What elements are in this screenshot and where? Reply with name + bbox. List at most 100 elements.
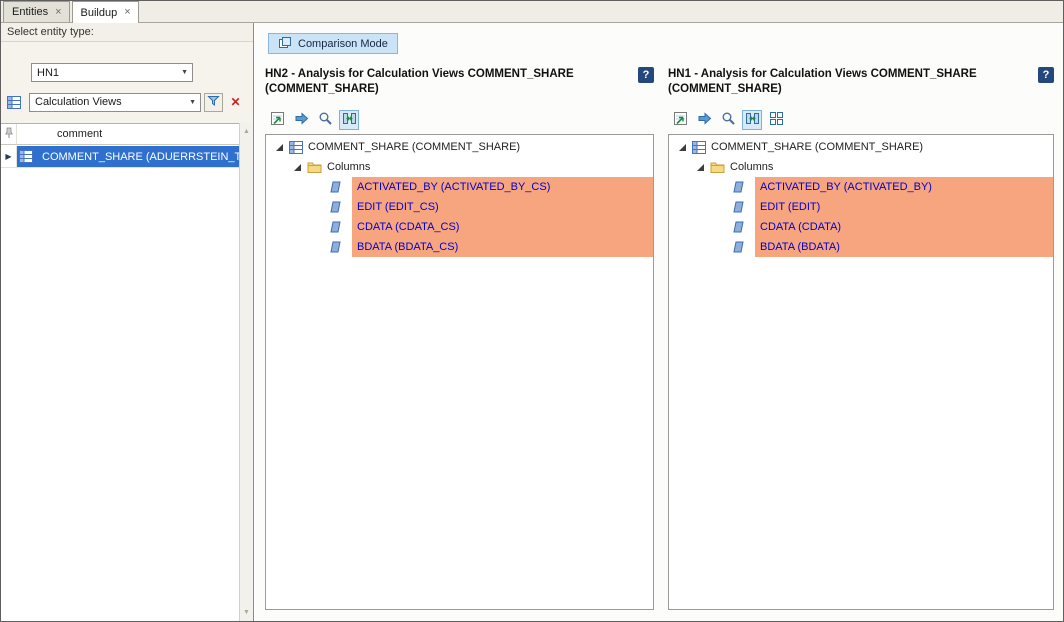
search-button[interactable] [718, 110, 738, 130]
column-icon [733, 241, 744, 253]
tree-node-column[interactable]: CDATA (CDATA_CS) [266, 217, 653, 237]
sync-selection-button[interactable] [742, 110, 762, 130]
diff-highlight: EDIT (EDIT) [755, 197, 1053, 217]
comparison-mode-label: Comparison Mode [298, 38, 388, 50]
sidebar: Select entity type: HN1 ▼ Calculation Vi… [1, 23, 254, 621]
scroll-up-icon[interactable]: ▲ [240, 124, 253, 139]
entity-grid: comment ▶ COMMENT_SHARE (ADUERRSTEIN_T [1, 123, 239, 621]
tree-node-column[interactable]: CDATA (CDATA) [669, 217, 1053, 237]
column-label: BDATA (BDATA_CS) [357, 241, 458, 253]
chevron-down-icon[interactable]: ▼ [189, 99, 196, 106]
grid-view-button[interactable] [766, 110, 786, 130]
entity-row-label: COMMENT_SHARE (ADUERRSTEIN_T [42, 151, 239, 163]
comparison-icon [278, 36, 292, 52]
comparison-mode-button[interactable]: Comparison Mode [268, 33, 398, 54]
tab-buildup-label: Buildup [81, 7, 118, 19]
export-button[interactable] [267, 110, 287, 130]
tree-node-label: Columns [327, 161, 370, 173]
column-label: ACTIVATED_BY (ACTIVATED_BY_CS) [357, 181, 550, 193]
entity-grid-header: comment [1, 124, 239, 145]
tab-bar: Entities × Buildup × [1, 1, 1063, 23]
search-icon [721, 111, 736, 129]
sync-selection-icon [745, 111, 760, 129]
expand-arrow-icon[interactable] [695, 162, 706, 173]
chevron-down-icon[interactable]: ▼ [181, 69, 188, 76]
calculation-view-icon [7, 96, 21, 109]
diff-highlight: BDATA (BDATA) [755, 237, 1053, 257]
tree-node-column[interactable]: BDATA (BDATA_CS) [266, 237, 653, 257]
search-icon [318, 111, 333, 129]
panel-title: HN1 - Analysis for Calculation Views COM… [668, 67, 1038, 97]
filter-funnel-icon [207, 94, 220, 110]
entity-type-row: Calculation Views ▼ ✕ [7, 92, 245, 112]
tree-node-column[interactable]: EDIT (EDIT) [669, 197, 1053, 217]
expand-arrow-icon[interactable] [677, 142, 688, 153]
sync-selection-button[interactable] [339, 110, 359, 130]
tree-node-label: COMMENT_SHARE (COMMENT_SHARE) [308, 141, 520, 153]
system-select[interactable]: HN1 ▼ [31, 63, 193, 82]
diff-tree: COMMENT_SHARE (COMMENT_SHARE) Columns AC… [668, 134, 1054, 610]
help-icon[interactable]: ? [1038, 67, 1054, 83]
close-icon[interactable]: × [124, 7, 130, 18]
entity-row-selected[interactable]: ▶ COMMENT_SHARE (ADUERRSTEIN_T [1, 146, 239, 168]
export-icon [673, 111, 688, 129]
sidebar-scrollbar[interactable]: ▲ ▼ [239, 123, 253, 621]
pin-icon[interactable] [4, 127, 14, 142]
expand-arrow-icon[interactable] [292, 162, 303, 173]
tab-entities-label: Entities [12, 6, 48, 18]
tab-entities[interactable]: Entities × [3, 1, 70, 22]
column-label: EDIT (EDIT_CS) [357, 201, 439, 213]
close-icon[interactable]: × [55, 7, 61, 18]
entity-row-body: COMMENT_SHARE (ADUERRSTEIN_T [17, 146, 239, 167]
search-button[interactable] [315, 110, 335, 130]
row-pointer-icon: ▶ [1, 146, 17, 167]
tree-node-columns-folder[interactable]: Columns [266, 157, 653, 177]
app-window: Entities × Buildup × Select entity type:… [0, 0, 1064, 622]
diff-tree: COMMENT_SHARE (COMMENT_SHARE) Columns AC… [265, 134, 654, 610]
filter-button[interactable] [204, 93, 223, 112]
diff-highlight: ACTIVATED_BY (ACTIVATED_BY_CS) [352, 177, 653, 197]
scroll-down-icon[interactable]: ▼ [240, 605, 253, 620]
export-button[interactable] [670, 110, 690, 130]
indicator-column-header[interactable] [1, 124, 17, 144]
comment-column-header[interactable]: comment [17, 124, 239, 144]
comparison-panel-hn1: HN1 - Analysis for Calculation Views COM… [668, 67, 1054, 610]
clear-filter-x-icon: ✕ [230, 96, 240, 108]
system-select-value: HN1 [37, 67, 59, 79]
main-area: Comparison Mode HN2 - Analysis for Calcu… [255, 23, 1063, 621]
clear-filter-button[interactable]: ✕ [226, 93, 245, 112]
tree-node-column[interactable]: ACTIVATED_BY (ACTIVATED_BY) [669, 177, 1053, 197]
column-label: EDIT (EDIT) [760, 201, 820, 213]
grid-view-icon [769, 111, 784, 129]
diff-highlight: EDIT (EDIT_CS) [352, 197, 653, 217]
panel-toolbar [670, 109, 786, 131]
tree-node-label: Columns [730, 161, 773, 173]
calculation-view-icon [692, 141, 706, 154]
transfer-button[interactable] [291, 110, 311, 130]
export-icon [270, 111, 285, 129]
sync-selection-icon [342, 111, 357, 129]
column-icon [733, 221, 744, 233]
panel-toolbar [267, 109, 359, 131]
diff-highlight: CDATA (CDATA) [755, 217, 1053, 237]
expand-arrow-icon[interactable] [274, 142, 285, 153]
column-icon [330, 181, 341, 193]
entity-type-select-value: Calculation Views [35, 96, 122, 108]
tree-node-root[interactable]: COMMENT_SHARE (COMMENT_SHARE) [266, 137, 653, 157]
tab-buildup[interactable]: Buildup × [72, 1, 139, 23]
diff-highlight: BDATA (BDATA_CS) [352, 237, 653, 257]
entity-type-select[interactable]: Calculation Views ▼ [29, 93, 201, 112]
tree-node-label: COMMENT_SHARE (COMMENT_SHARE) [711, 141, 923, 153]
tree-node-root[interactable]: COMMENT_SHARE (COMMENT_SHARE) [669, 137, 1053, 157]
column-label: BDATA (BDATA) [760, 241, 840, 253]
tree-node-column[interactable]: BDATA (BDATA) [669, 237, 1053, 257]
tree-node-columns-folder[interactable]: Columns [669, 157, 1053, 177]
column-icon [733, 201, 744, 213]
tree-node-column[interactable]: EDIT (EDIT_CS) [266, 197, 653, 217]
calculation-view-icon [289, 141, 303, 154]
transfer-button[interactable] [694, 110, 714, 130]
help-icon[interactable]: ? [638, 67, 654, 83]
column-icon [733, 181, 744, 193]
tree-node-column[interactable]: ACTIVATED_BY (ACTIVATED_BY_CS) [266, 177, 653, 197]
diff-highlight: CDATA (CDATA_CS) [352, 217, 653, 237]
